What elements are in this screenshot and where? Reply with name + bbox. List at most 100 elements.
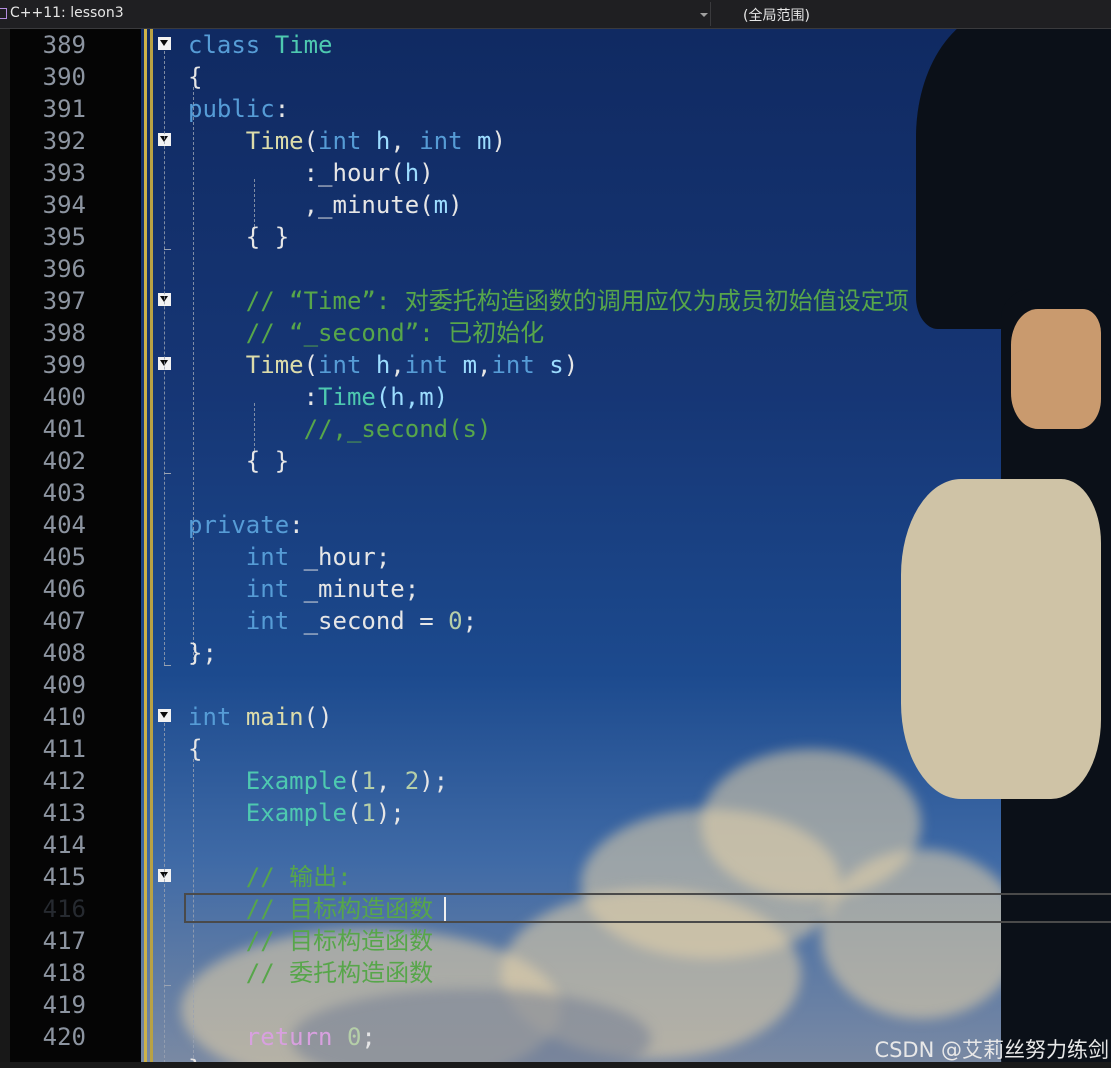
line-number: 393 bbox=[42, 159, 86, 187]
code-line-420[interactable]: return 0; bbox=[188, 1021, 376, 1053]
line-number: 410 bbox=[42, 703, 86, 731]
code-line-416[interactable]: // 目标构造函数 bbox=[188, 893, 433, 925]
line-number: 391 bbox=[42, 95, 86, 123]
code-line-418[interactable]: // 委托构造函数 bbox=[188, 957, 433, 989]
brace: { bbox=[188, 735, 203, 763]
code-line-412[interactable]: Example(1, 2); bbox=[188, 765, 448, 797]
line-number: 400 bbox=[42, 383, 86, 411]
code-line-390[interactable]: { bbox=[188, 61, 202, 93]
code-line-401[interactable]: //,_second(s) bbox=[188, 413, 492, 445]
punct: ; bbox=[462, 607, 478, 635]
code-line-392[interactable]: Time(int h, int m) bbox=[188, 125, 506, 157]
punct: , bbox=[375, 767, 405, 795]
code-line-411[interactable]: { bbox=[188, 733, 202, 765]
change-marker-bar bbox=[144, 29, 147, 1068]
punct: ( bbox=[303, 127, 319, 155]
comment: // “_second”: 已初始化 bbox=[245, 319, 545, 347]
punct: ( bbox=[346, 767, 362, 795]
scope-dropdown[interactable]: (全局范围) bbox=[716, 2, 1111, 26]
punct: : bbox=[303, 383, 319, 411]
line-number: 405 bbox=[42, 543, 86, 571]
initializer: :_hour( bbox=[303, 159, 405, 187]
code-line-400[interactable]: :Time(h,m) bbox=[188, 381, 449, 413]
punct: : bbox=[289, 511, 304, 539]
punct: ( bbox=[303, 351, 319, 379]
line-number: 398 bbox=[42, 319, 86, 347]
function-name: main bbox=[245, 703, 304, 731]
empty-body: { } bbox=[245, 223, 290, 251]
code-line-394[interactable]: ,_minute(m) bbox=[188, 189, 463, 221]
code-line-415[interactable]: // 输出: bbox=[188, 861, 352, 893]
line-number: 412 bbox=[42, 767, 86, 795]
parameter: h bbox=[375, 351, 391, 379]
keyword: int bbox=[491, 351, 535, 379]
punct: ) bbox=[491, 127, 506, 155]
class-end: }; bbox=[188, 639, 217, 667]
keyword: int bbox=[245, 607, 290, 635]
comment: //,_second(s) bbox=[303, 415, 492, 443]
code-line-406[interactable]: int _minute; bbox=[188, 573, 419, 605]
punct: , bbox=[390, 127, 405, 155]
code-line-393[interactable]: :_hour(h) bbox=[188, 157, 434, 189]
punct: ; bbox=[361, 1023, 376, 1051]
punct: : bbox=[274, 95, 290, 123]
code-line-395[interactable]: { } bbox=[188, 221, 289, 253]
code-line-399[interactable]: Time(int h,int m,int s) bbox=[188, 349, 578, 381]
code-line-397[interactable]: // “Time”: 对委托构造函数的调用应仅为成员初始值设定项 bbox=[188, 285, 909, 317]
keyword: int bbox=[404, 351, 449, 379]
code-editor[interactable]: class Time { public: Time(int h, int m) … bbox=[141, 29, 1111, 1068]
line-number: 396 bbox=[42, 255, 86, 283]
parameter: m bbox=[477, 127, 492, 155]
line-number: 414 bbox=[42, 831, 86, 859]
parameter: h bbox=[375, 127, 391, 155]
arguments: (h,m) bbox=[375, 383, 449, 411]
type-name: Example bbox=[245, 767, 347, 795]
outline-guide-end bbox=[164, 473, 171, 474]
code-line-402[interactable]: { } bbox=[188, 445, 289, 477]
code-line-389[interactable]: class Time bbox=[188, 29, 333, 61]
comment: // 目标构造函数 bbox=[245, 895, 434, 923]
line-number: 415 bbox=[42, 863, 86, 891]
fold-toggle-icon[interactable] bbox=[158, 37, 171, 50]
dropdown-arrow-icon[interactable] bbox=[700, 13, 708, 17]
access-specifier: public bbox=[188, 95, 275, 123]
punct: ); bbox=[419, 767, 449, 795]
line-number: 420 bbox=[42, 1023, 86, 1051]
line-number: 390 bbox=[42, 63, 86, 91]
code-line-410[interactable]: int main() bbox=[188, 701, 333, 733]
code-line-408[interactable]: }; bbox=[188, 637, 217, 669]
fold-toggle-icon[interactable] bbox=[158, 709, 171, 722]
code-line-417[interactable]: // 目标构造函数 bbox=[188, 925, 433, 957]
member-declaration: _second = bbox=[303, 607, 449, 635]
keyword: int bbox=[188, 703, 232, 731]
member-declaration: _minute; bbox=[303, 575, 420, 603]
code-line-404[interactable]: private: bbox=[188, 509, 304, 541]
line-number: 417 bbox=[42, 927, 86, 955]
line-number: 399 bbox=[42, 351, 86, 379]
outline-guide-end bbox=[164, 665, 171, 666]
brace: { bbox=[188, 63, 203, 91]
parameter: h bbox=[404, 159, 420, 187]
parameter: m bbox=[462, 351, 478, 379]
empty-body: { } bbox=[245, 447, 290, 475]
scope-dropdown-label: (全局范围) bbox=[743, 8, 810, 24]
line-number: 408 bbox=[42, 639, 86, 667]
type-name: Example bbox=[245, 799, 347, 827]
project-icon bbox=[0, 8, 7, 19]
line-number: 395 bbox=[42, 223, 86, 251]
number: 1 bbox=[361, 767, 376, 795]
project-dropdown[interactable]: C++11: lesson3 bbox=[0, 2, 711, 26]
initializer: ,_minute( bbox=[303, 191, 434, 219]
punct: , bbox=[477, 351, 492, 379]
code-line-391[interactable]: public: bbox=[188, 93, 289, 125]
number: 0 bbox=[448, 607, 463, 635]
code-line-398[interactable]: // “_second”: 已初始化 bbox=[188, 317, 544, 349]
comment: // 目标构造函数 bbox=[245, 927, 434, 955]
outline-guide-end bbox=[164, 249, 171, 250]
line-number: 413 bbox=[42, 799, 86, 827]
code-line-405[interactable]: int _hour; bbox=[188, 541, 391, 573]
outline-guide bbox=[164, 723, 165, 1068]
keyword: class bbox=[188, 31, 261, 59]
code-line-407[interactable]: int _second = 0; bbox=[188, 605, 477, 637]
code-line-413[interactable]: Example(1); bbox=[188, 797, 405, 829]
